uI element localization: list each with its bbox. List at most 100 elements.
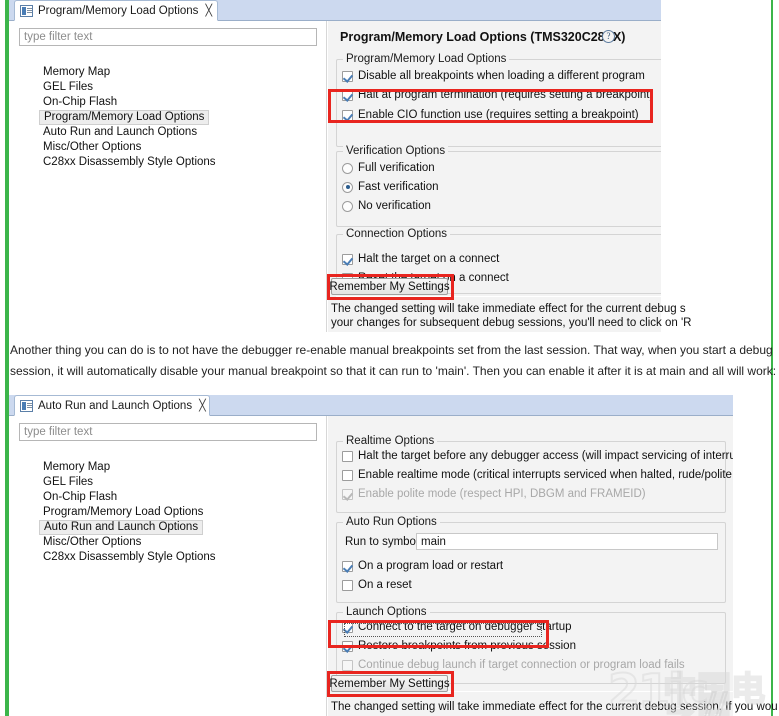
list-item: C28xx Disassembly Style Options <box>39 550 220 565</box>
button-label: Remember My Settings <box>329 677 450 690</box>
radio-box[interactable] <box>342 200 353 212</box>
group-label: Connection Options <box>343 228 451 240</box>
tree-item-misc-other-options[interactable]: Misc/Other Options <box>39 535 145 550</box>
page-title: Program/Memory Load Options (TMS320C28XX… <box>340 30 626 44</box>
dialog1-tree-list: Memory Map GEL Files On-Chip Flash Progr… <box>39 65 220 170</box>
checkbox-label: Halt the target before any debugger acce… <box>358 450 733 462</box>
tree-item-on-chip-flash[interactable]: On-Chip Flash <box>39 95 121 110</box>
body-paragraph-line-2: session, it will automatically disable y… <box>10 364 777 378</box>
properties-icon <box>20 4 33 17</box>
group-label: Verification Options <box>343 145 449 157</box>
checkbox-label: On a reset <box>358 579 412 591</box>
tree-item-c28xx-disassembly-style-options[interactable]: C28xx Disassembly Style Options <box>39 550 220 565</box>
checkbox-label: Enable realtime mode (critical interrupt… <box>358 469 733 481</box>
checkbox-label: Continue debug launch if target connecti… <box>358 659 685 671</box>
tree-item-misc-other-options[interactable]: Misc/Other Options <box>39 140 145 155</box>
checkbox-enable-cio-function-use[interactable]: Enable CIO function use (requires settin… <box>342 109 639 121</box>
remember-my-settings-button-1[interactable]: Remember My Settings <box>329 278 450 295</box>
button-label: Remember My Settings <box>329 280 450 293</box>
checkbox-enable-realtime-mode[interactable]: Enable realtime mode (critical interrupt… <box>342 469 733 481</box>
properties-icon <box>20 399 33 412</box>
tree-item-memory-map[interactable]: Memory Map <box>39 65 114 80</box>
list-item: Program/Memory Load Options <box>39 505 220 520</box>
tab-auto-run-and-launch-options[interactable]: Auto Run and Launch Options ╳ <box>14 395 210 416</box>
tree-item-program-memory-load-options[interactable]: Program/Memory Load Options <box>39 505 207 520</box>
dialog1-filter-input[interactable]: type filter text <box>19 28 317 46</box>
dialog2-settings-pane: Realtime Options Halt the target before … <box>328 416 733 716</box>
tab-label: Auto Run and Launch Options <box>38 399 193 412</box>
remember-my-settings-button-2[interactable]: Remember My Settings <box>329 675 450 692</box>
run-to-symbol-label: Run to symbol <box>345 536 419 548</box>
list-item: Memory Map <box>39 65 220 80</box>
checkbox-box[interactable] <box>342 579 353 591</box>
list-item: Auto Run and Launch Options <box>39 520 220 535</box>
list-item: Auto Run and Launch Options <box>39 125 220 140</box>
checkbox-box[interactable] <box>342 109 353 121</box>
radio-box[interactable] <box>342 162 353 174</box>
checkbox-label: Halt at program termination (requires se… <box>358 89 654 101</box>
checkbox-halt-at-program-termination[interactable]: Halt at program termination (requires se… <box>342 89 653 101</box>
list-item: GEL Files <box>39 80 220 95</box>
group-label: Program/Memory Load Options <box>343 53 510 65</box>
radio-box[interactable] <box>342 181 353 193</box>
checkbox-box[interactable] <box>342 621 353 633</box>
tree-item-auto-run-and-launch-options[interactable]: Auto Run and Launch Options <box>39 125 201 140</box>
checkbox-on-program-load-or-restart[interactable]: On a program load or restart <box>342 560 503 572</box>
checkbox-box[interactable] <box>342 89 353 101</box>
checkbox-continue-debug-launch-on-failure: Continue debug launch if target connecti… <box>342 659 685 671</box>
filter-placeholder-text: type filter text <box>24 31 93 43</box>
list-item: Memory Map <box>39 460 220 475</box>
radio-label: Fast verification <box>358 181 439 193</box>
dialog2-filter-input[interactable]: type filter text <box>19 423 317 441</box>
help-icon[interactable]: ? <box>602 30 615 43</box>
tree-item-c28xx-disassembly-style-options[interactable]: C28xx Disassembly Style Options <box>39 155 220 170</box>
list-item: On-Chip Flash <box>39 490 220 505</box>
tree-item-gel-files[interactable]: GEL Files <box>39 80 97 95</box>
checkbox-label: Enable polite mode (respect HPI, DBGM an… <box>358 488 646 500</box>
group-label: Realtime Options <box>343 435 438 447</box>
dialog1-category-tree-pane: type filter text Memory Map GEL Files On… <box>9 21 327 332</box>
checkbox-box <box>342 488 353 500</box>
screenshot-root: Program/Memory Load Options ╳ type filte… <box>0 0 779 716</box>
filter-placeholder-text: type filter text <box>24 426 93 438</box>
checkbox-halt-target-before-debugger-access[interactable]: Halt the target before any debugger acce… <box>342 450 733 462</box>
checkbox-box[interactable] <box>342 70 353 82</box>
tree-item-auto-run-and-launch-options[interactable]: Auto Run and Launch Options <box>39 520 204 535</box>
checkbox-label: Enable CIO function use (requires settin… <box>358 109 639 121</box>
radio-label: No verification <box>358 200 431 212</box>
checkbox-disable-all-breakpoints[interactable]: Disable all breakpoints when loading a d… <box>342 70 645 82</box>
checkbox-box[interactable] <box>342 640 353 652</box>
radio-full-verification[interactable]: Full verification <box>342 162 435 174</box>
checkbox-on-a-reset[interactable]: On a reset <box>342 579 412 591</box>
body-paragraph-line-1: Another thing you can do is to not have … <box>10 343 773 357</box>
radio-label: Full verification <box>358 162 435 174</box>
tree-item-program-memory-load-options[interactable]: Program/Memory Load Options <box>39 110 210 125</box>
auto-run-and-launch-options-dialog: Auto Run and Launch Options ╳ type filte… <box>9 395 733 716</box>
list-item: Misc/Other Options <box>39 535 220 550</box>
checkbox-label: Disable all breakpoints when loading a d… <box>358 70 645 82</box>
checkbox-label: Connect to the target on debugger startu… <box>358 621 572 633</box>
tree-item-memory-map[interactable]: Memory Map <box>39 460 114 475</box>
checkbox-box[interactable] <box>342 253 353 265</box>
checkbox-restore-breakpoints-from-previous-session[interactable]: Restore breakpoints from previous sessio… <box>342 640 576 652</box>
radio-fast-verification[interactable]: Fast verification <box>342 181 439 193</box>
checkbox-box[interactable] <box>342 450 353 462</box>
radio-no-verification[interactable]: No verification <box>342 200 431 212</box>
tree-item-on-chip-flash[interactable]: On-Chip Flash <box>39 490 121 505</box>
group-label: Auto Run Options <box>343 516 440 528</box>
checkbox-halt-target-on-connect[interactable]: Halt the target on a connect <box>342 253 499 265</box>
checkbox-connect-to-target-on-startup[interactable]: Connect to the target on debugger startu… <box>342 621 572 633</box>
dialog1-footer-separator <box>336 296 661 297</box>
dialog1-note-line-1: The changed setting will take immediate … <box>331 303 686 315</box>
dialog2-body: type filter text Memory Map GEL Files On… <box>9 416 733 716</box>
checkbox-box[interactable] <box>342 560 353 572</box>
list-item: C28xx Disassembly Style Options <box>39 155 220 170</box>
checkbox-box[interactable] <box>342 469 353 481</box>
close-icon[interactable]: ╳ <box>205 5 212 16</box>
tab-label: Program/Memory Load Options <box>38 4 199 17</box>
close-icon[interactable]: ╳ <box>199 400 206 411</box>
tree-item-gel-files[interactable]: GEL Files <box>39 475 97 490</box>
run-to-symbol-input[interactable]: main <box>416 533 718 550</box>
tab-program-memory-load-options[interactable]: Program/Memory Load Options ╳ <box>14 0 218 21</box>
dialog1-note-line-2: your changes for subsequent debug sessio… <box>331 317 692 329</box>
